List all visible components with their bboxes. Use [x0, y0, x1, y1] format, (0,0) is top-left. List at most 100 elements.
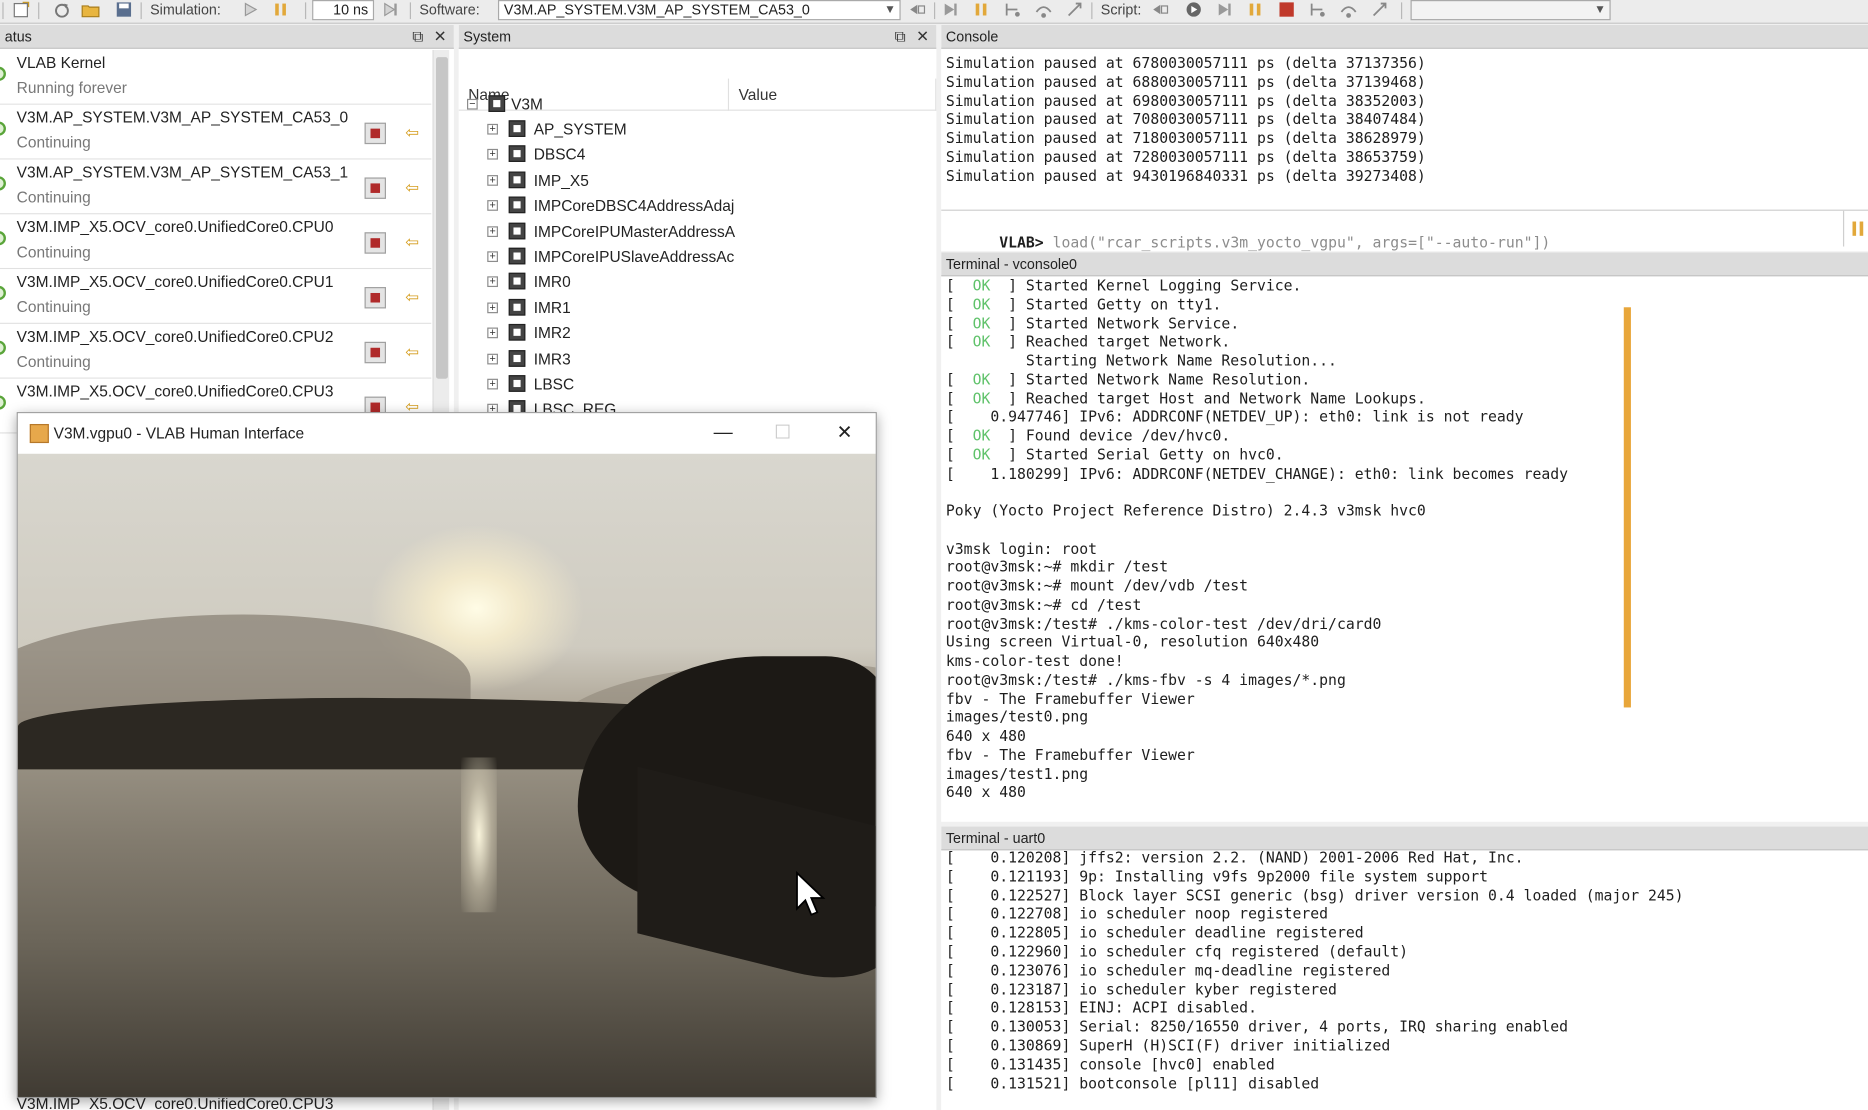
close-panel-icon[interactable]: ✕ [916, 25, 929, 49]
status-item[interactable]: VLAB Kernel Running forever [0, 50, 432, 105]
pause-icon[interactable] [272, 1, 291, 18]
console-line: Simulation paused at 6780030057111 ps (d… [945, 53, 1426, 72]
connect-debugger-icon[interactable]: ⇦ [400, 175, 424, 199]
close-button[interactable]: ✕ [821, 418, 869, 449]
step-icon[interactable] [381, 1, 400, 18]
tree-node[interactable]: + LBSC [459, 372, 936, 397]
collapse-icon[interactable]: − [467, 98, 478, 110]
expand-icon[interactable]: + [487, 378, 498, 390]
close-panel-icon[interactable]: ✕ [434, 25, 447, 49]
terminal-line: [ 0.123187] io scheduler kyber registere… [945, 979, 1337, 998]
console-input-border [1842, 210, 1845, 247]
restore-panel-icon[interactable]: ⧉ [412, 25, 423, 49]
status-indicator-icon [0, 176, 6, 191]
script-pause-icon[interactable] [1246, 1, 1265, 18]
stop-core-icon[interactable] [364, 287, 386, 309]
expand-icon[interactable]: + [487, 302, 498, 313]
tree-node[interactable]: + IMR0 [459, 270, 936, 295]
expand-icon[interactable]: + [487, 200, 498, 212]
software-action-icon[interactable] [908, 1, 927, 18]
tree-node[interactable]: + IMPCoreIPUSlaveAddressAc [459, 244, 936, 269]
status-item[interactable]: V3M.IMP_X5.OCV_core0.UnifiedCore0.CPU2 Co… [0, 323, 432, 379]
terminal-line-prefix: v3msk login: root [945, 538, 1098, 557]
maximize-button[interactable]: ☐ [759, 418, 807, 449]
run-icon[interactable] [241, 1, 260, 18]
vlab-app-icon [29, 423, 49, 444]
tree-node-label: V3M [511, 95, 543, 114]
console-input[interactable]: load("rcar_scripts.v3m_yocto_vgpu", args… [1053, 233, 1551, 251]
expand-icon[interactable]: + [487, 174, 498, 186]
tree-node[interactable]: + AP_SYSTEM [459, 117, 936, 142]
status-item[interactable]: V3M.IMP_X5.OCV_core0.UnifiedCore0.CPU1 Co… [0, 269, 432, 324]
tree-node[interactable]: + IMR1 [459, 295, 936, 320]
terminal-line: [ OK ] Found device /dev/hvc0. [946, 426, 1230, 445]
window-titlebar[interactable]: V3M.vgpu0 - VLAB Human Interface — ☐ ✕ [17, 413, 876, 454]
ok-status: OK [972, 332, 991, 351]
tree-node[interactable]: + DBSC4 [459, 142, 936, 167]
step-over-icon[interactable] [1034, 1, 1053, 18]
expand-icon[interactable]: + [487, 149, 498, 161]
stop-core-icon[interactable] [364, 341, 386, 364]
open-folder-icon[interactable] [81, 1, 100, 18]
script-step-out-icon[interactable] [1370, 1, 1389, 18]
expand-icon[interactable]: + [487, 276, 498, 288]
connect-debugger-icon[interactable]: ⇦ [400, 230, 424, 254]
software-select[interactable]: V3M.AP_SYSTEM.V3M_AP_SYSTEM_CA53_0 ▼ [497, 0, 901, 21]
sw-pause-icon[interactable] [972, 1, 991, 18]
stop-core-icon[interactable] [364, 122, 386, 145]
script-step-into-icon[interactable] [1308, 1, 1327, 18]
status-item[interactable]: V3M.AP_SYSTEM.V3M_AP_SYSTEM_CA53_1 Contin… [0, 159, 432, 215]
tree-node-label: IMR2 [533, 324, 571, 343]
tree-node-root[interactable]: − V3M [459, 92, 936, 117]
expand-icon[interactable]: + [487, 123, 498, 135]
terminal-line-prefix: root@v3msk:~# mkdir /test [945, 557, 1169, 576]
tree-node[interactable]: + IMPCoreIPUMasterAddressA [459, 219, 936, 244]
reload-icon[interactable] [52, 1, 71, 18]
expand-icon[interactable]: + [487, 251, 498, 263]
script-stop-icon[interactable] [1277, 1, 1296, 18]
status-item[interactable]: V3M.AP_SYSTEM.V3M_AP_SYSTEM_CA53_0 Contin… [0, 104, 432, 160]
script-load-icon[interactable] [1151, 1, 1170, 18]
connect-debugger-icon[interactable]: ⇦ [400, 285, 424, 309]
terminal-line-text: ] Reached target Host and Network Name L… [990, 388, 1426, 407]
script-select[interactable]: ▼ [1410, 0, 1611, 21]
terminal-line: kms-color-test done! [946, 651, 1124, 670]
tree-node[interactable]: + IMR3 [459, 346, 936, 371]
expand-icon[interactable]: + [487, 353, 498, 364]
expand-icon[interactable]: + [487, 327, 498, 339]
status-item-state: Continuing [16, 188, 91, 207]
tree-node[interactable]: + IMPCoreDBSC4AddressAdaj [459, 193, 936, 218]
step-size-field[interactable]: 10 ns [312, 0, 375, 21]
terminal-line: root@v3msk:~# mkdir /test [946, 558, 1168, 577]
tree-node[interactable]: + IMR2 [459, 321, 936, 346]
connect-debugger-icon[interactable]: ⇦ [400, 120, 424, 144]
save-icon[interactable] [114, 1, 133, 18]
status-item[interactable]: V3M.IMP_X5.OCV_core0.UnifiedCore0.CPU0 Co… [0, 214, 432, 270]
framebuffer-display[interactable] [17, 453, 876, 1097]
terminal-line-text: ] Started Network Name Resolution. [990, 370, 1311, 388]
status-scrollbar-thumb[interactable] [436, 57, 448, 379]
expand-icon[interactable]: + [487, 225, 498, 237]
restore-panel-icon[interactable]: ⧉ [895, 25, 906, 49]
terminal-line: [ 0.131435] console [hvc0] enabled [945, 1054, 1275, 1073]
console-pause-icon[interactable] [1851, 220, 1865, 237]
module-icon [508, 222, 526, 239]
stop-core-icon[interactable] [364, 177, 386, 199]
script-step-over-icon[interactable] [1339, 1, 1358, 18]
new-file-icon[interactable] [12, 1, 31, 18]
step-into-icon[interactable] [1003, 1, 1022, 18]
tree-node-label: IMPCoreDBSC4AddressAdaj [533, 196, 735, 215]
script-run-icon[interactable] [1184, 1, 1203, 18]
step-out-icon[interactable] [1065, 1, 1084, 18]
connect-debugger-icon[interactable]: ⇦ [400, 339, 424, 363]
stop-core-icon[interactable] [364, 232, 386, 254]
terminal-line-text: ] Started Getty on tty1. [990, 295, 1222, 313]
sw-run-icon[interactable] [941, 1, 960, 18]
terminal-line-prefix: Starting Network Name Resolution... [945, 351, 1337, 370]
console-header: Console [941, 25, 1868, 49]
vconsole-scrollbar-thumb[interactable] [1623, 307, 1631, 708]
tree-node[interactable]: + IMP_X5 [459, 168, 936, 193]
minimize-button[interactable]: — [699, 418, 747, 449]
script-step-icon[interactable] [1215, 1, 1234, 18]
status-indicator-icon [0, 121, 6, 136]
